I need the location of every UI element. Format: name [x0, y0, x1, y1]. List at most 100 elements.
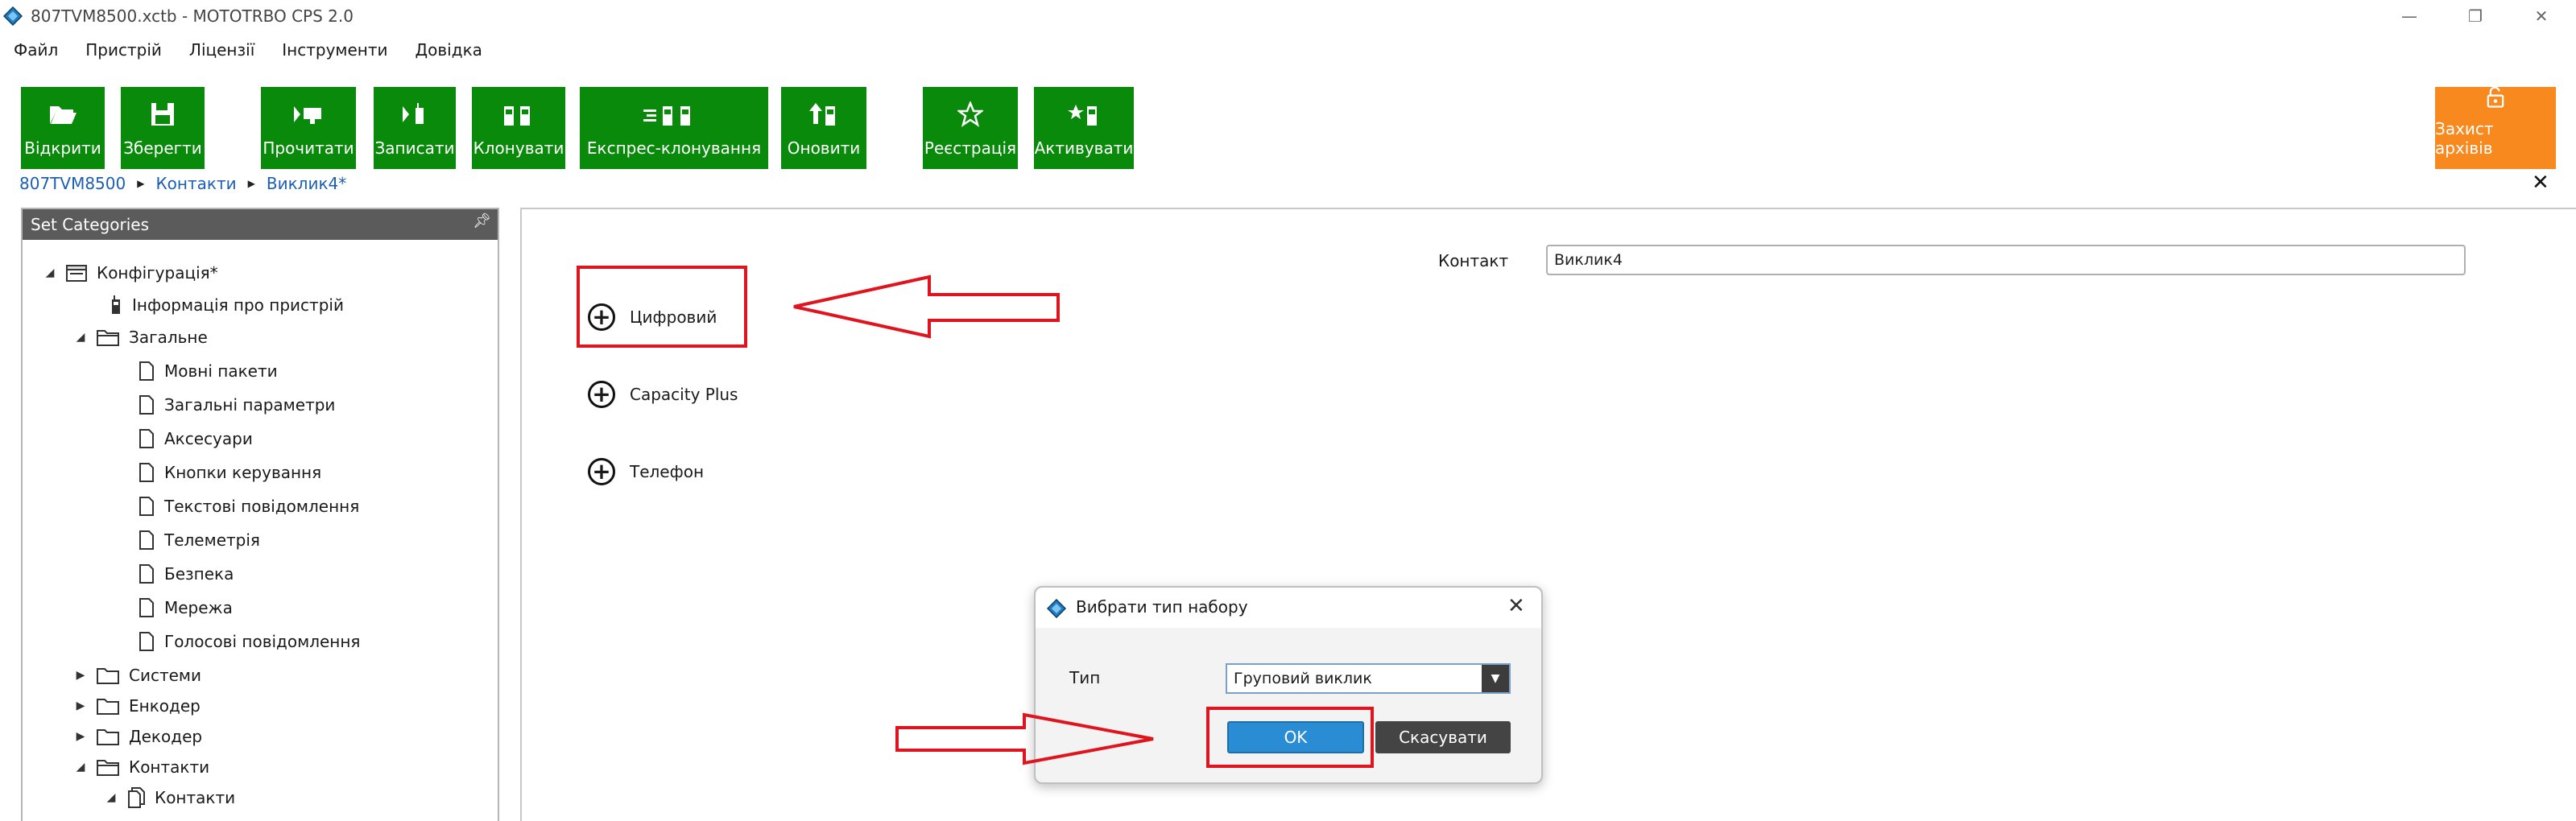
folder-open-icon	[50, 106, 76, 124]
highlight-box	[577, 266, 747, 348]
update-button[interactable]: Оновити	[781, 87, 866, 169]
tree-item-general-params[interactable]: Загальні параметри	[139, 390, 335, 420]
app-logo-icon	[2, 6, 23, 27]
minimize-button[interactable]: —	[2377, 0, 2442, 32]
menu-licenses[interactable]: Ліцензії	[176, 35, 268, 64]
folder-icon	[97, 666, 119, 685]
express-clone-label: Експрес-клонування	[586, 138, 762, 158]
expand-arrow-icon[interactable]: ▶	[74, 699, 87, 712]
dialog-title-bar: Вибрати тип набору ✕	[1036, 588, 1541, 628]
tree-item-network[interactable]: Мережа	[139, 592, 233, 623]
dial-type-select[interactable]: Груповий виклик	[1226, 663, 1511, 694]
contact-name-input[interactable]	[1546, 245, 2466, 275]
document-icon	[139, 597, 155, 618]
save-label: Зберегти	[123, 138, 202, 158]
collapse-arrow-icon[interactable]: ◢	[74, 331, 87, 344]
breadcrumb-separator-icon: ▶	[247, 178, 255, 189]
tree-item-config[interactable]: ◢ Конфігурація*	[43, 258, 218, 288]
documents-icon	[127, 787, 145, 808]
menu-help[interactable]: Довідка	[402, 35, 496, 64]
clone-button[interactable]: Клонувати	[472, 87, 565, 169]
close-tab-icon[interactable]: ✕	[2532, 171, 2549, 195]
window-title: 807TVM8500.xctb - MOTOTRBO CPS 2.0	[31, 6, 354, 26]
folder-icon	[97, 727, 119, 746]
breadcrumb-contacts[interactable]: Контакти	[155, 174, 236, 193]
tree-item-encoder[interactable]: ▶ Енкодер	[74, 691, 201, 721]
collapse-arrow-icon[interactable]: ◢	[74, 761, 87, 774]
menu-tools[interactable]: Інструменти	[268, 35, 401, 64]
tree-item-voice-messages[interactable]: Голосові повідомлення	[139, 626, 360, 657]
expand-arrow-icon[interactable]: ▶	[74, 669, 87, 682]
write-label: Записати	[374, 138, 455, 158]
activate-label: Активувати	[1034, 138, 1134, 158]
expander-capacity-plus-label: Capacity Plus	[630, 385, 738, 404]
breadcrumb-current[interactable]: Виклик4*	[267, 174, 346, 193]
tree-item-decoder[interactable]: ▶ Декодер	[74, 721, 202, 752]
clone-radios-icon	[504, 106, 530, 126]
archive-protect-label: Захист архівів	[2435, 119, 2494, 158]
activate-button[interactable]: Активувати	[1034, 87, 1134, 169]
title-bar: 807TVM8500.xctb - MOTOTRBO CPS 2.0 — ❐ ✕	[0, 0, 2576, 32]
read-label: Прочитати	[263, 138, 354, 158]
menu-bar: Файл Пристрій Ліцензії Інструменти Довід…	[0, 35, 496, 64]
app-logo-icon	[1046, 598, 1067, 621]
tree-item-contacts[interactable]: ◢ Контакти	[74, 752, 210, 782]
cancel-button[interactable]: Скасувати	[1375, 721, 1511, 753]
tree-item-control-buttons[interactable]: Кнопки керування	[139, 457, 321, 488]
write-button[interactable]: Записати	[374, 87, 456, 169]
star-outline-icon	[957, 101, 983, 127]
register-button[interactable]: Реєстрація	[923, 87, 1018, 169]
collapse-arrow-icon[interactable]: ◢	[105, 791, 118, 804]
type-label: Тип	[1069, 668, 1101, 687]
folder-open-icon	[97, 757, 119, 777]
tree-item-device-info[interactable]: Інформація про пристрій	[110, 290, 344, 320]
contact-label: Контакт	[1438, 251, 1509, 270]
document-icon	[139, 394, 155, 415]
expander-phone[interactable]: + Телефон	[588, 456, 704, 488]
tree-item-language-packs[interactable]: Мовні пакети	[139, 356, 278, 386]
set-categories-panel: Set Categories 📌︎ ◢ Конфігурація* Інформ…	[21, 208, 499, 821]
document-icon	[139, 631, 155, 652]
read-radio-icon	[294, 106, 321, 124]
expander-capacity-plus[interactable]: + Capacity Plus	[588, 378, 738, 410]
radio-device-icon	[110, 295, 122, 316]
collapse-arrow-icon[interactable]: ◢	[43, 266, 56, 279]
panel-title: Set Categories	[31, 215, 150, 234]
document-icon	[139, 563, 155, 584]
tree-item-contacts-child[interactable]: ◢ Контакти	[105, 782, 235, 813]
dialog-close-icon[interactable]: ✕	[1507, 594, 1525, 618]
read-button[interactable]: Прочитати	[261, 87, 356, 169]
pin-icon[interactable]: 📌︎	[473, 212, 491, 229]
plus-circle-icon[interactable]: +	[588, 458, 615, 485]
tree-item-security[interactable]: Безпека	[139, 559, 234, 589]
tree-item-systems[interactable]: ▶ Системи	[74, 660, 201, 691]
tree-item-telemetry[interactable]: Телеметрія	[139, 525, 260, 555]
menu-device[interactable]: Пристрій	[72, 35, 176, 64]
document-icon	[139, 496, 155, 517]
update-label: Оновити	[787, 138, 861, 158]
breadcrumb: 807TVM8500 ▶ Контакти ▶ Виклик4*	[19, 172, 346, 195]
express-clone-icon	[643, 106, 690, 126]
archive-protect-button[interactable]: Захист архівів	[2435, 87, 2556, 169]
open-button[interactable]: Відкрити	[21, 87, 105, 169]
star-radio-icon	[1068, 105, 1097, 126]
save-button[interactable]: Зберегти	[121, 87, 205, 169]
expand-arrow-icon[interactable]: ▶	[74, 730, 87, 743]
tree-item-accessories[interactable]: Аксесуари	[139, 423, 253, 454]
close-window-button[interactable]: ✕	[2509, 0, 2574, 32]
plus-circle-icon[interactable]: +	[588, 381, 615, 408]
update-arrow-icon	[809, 103, 835, 126]
folder-open-icon	[97, 328, 119, 347]
tree-item-general[interactable]: ◢ Загальне	[74, 322, 208, 353]
express-clone-button[interactable]: Експрес-клонування	[580, 87, 768, 169]
menu-file[interactable]: Файл	[0, 35, 72, 64]
document-icon	[139, 428, 155, 449]
dialog-title: Вибрати тип набору	[1076, 597, 1248, 617]
folder-icon	[97, 696, 119, 716]
breadcrumb-device[interactable]: 807TVM8500	[19, 174, 126, 193]
maximize-button[interactable]: ❐	[2443, 0, 2508, 32]
open-label: Відкрити	[24, 138, 101, 158]
tree-item-text-messages[interactable]: Текстові повідомлення	[139, 491, 359, 522]
document-icon	[139, 530, 155, 551]
chevron-down-icon[interactable]: ▼	[1482, 665, 1509, 692]
